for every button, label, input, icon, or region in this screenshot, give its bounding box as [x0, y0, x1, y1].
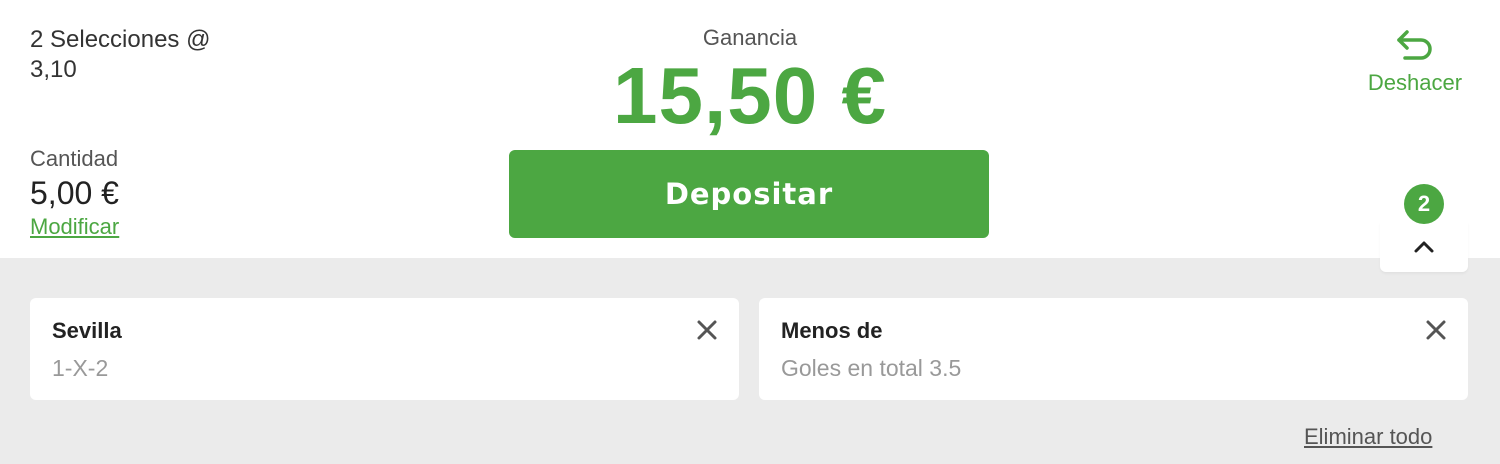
selection-count-badge: 2	[1404, 184, 1444, 224]
undo-icon	[1397, 30, 1432, 60]
total-odds: 3,10	[30, 56, 77, 83]
undo-label: Deshacer	[1367, 70, 1463, 95]
undo-button[interactable]: Deshacer	[1358, 26, 1472, 100]
remove-all-link[interactable]: Eliminar todo	[1304, 424, 1432, 450]
selection-title: Menos de	[781, 318, 883, 343]
stake-label: Cantidad	[30, 146, 119, 171]
selection-market: Goles en total 3.5	[781, 355, 962, 381]
selection-market: 1-X-2	[52, 355, 109, 381]
chevron-up-icon	[1414, 241, 1434, 253]
selections-count: 2 Selecciones @	[30, 26, 211, 53]
selection-card: Menos de Goles en total 3.5	[759, 298, 1468, 400]
close-icon[interactable]	[695, 318, 719, 342]
selection-card: Sevilla 1-X-2	[30, 298, 739, 400]
deposit-button[interactable]: Depositar	[509, 150, 989, 238]
modify-stake-link[interactable]: Modificar	[30, 214, 119, 240]
selection-title: Sevilla	[52, 318, 122, 343]
winnings-value: 15,50 €	[613, 51, 887, 140]
collapse-toggle[interactable]	[1380, 222, 1468, 272]
winnings-label: Ganancia	[702, 25, 798, 50]
stake-value: 5,00 €	[30, 175, 119, 211]
close-icon[interactable]	[1424, 318, 1448, 342]
selections-odds: 2 Selecciones @ 3,10	[30, 25, 210, 85]
